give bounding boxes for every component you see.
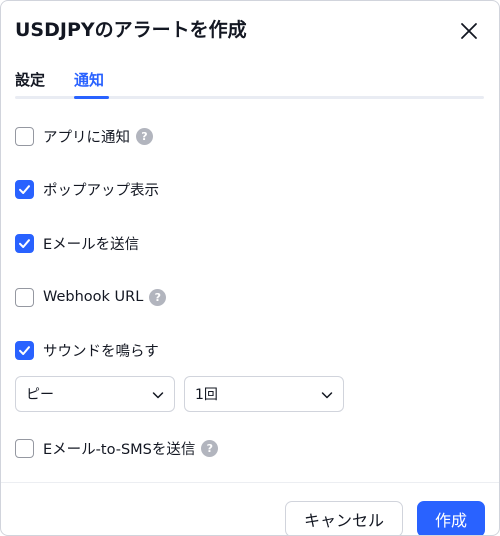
close-button[interactable] — [457, 19, 481, 43]
checkmark-icon — [19, 238, 30, 248]
sound-tone-value: ピー — [26, 387, 54, 403]
sound-repeat-value: 1回 — [195, 387, 218, 403]
active-tab-indicator — [74, 96, 109, 99]
checkbox[interactable] — [15, 287, 34, 307]
option-label: Eメールを送信 — [43, 236, 140, 253]
footer-divider — [1, 482, 499, 483]
checkmark-icon — [19, 345, 30, 355]
checkbox[interactable] — [15, 126, 34, 146]
checkmark-icon — [19, 184, 30, 194]
option-label: サウンドを鳴らす — [43, 343, 159, 360]
checkbox[interactable] — [15, 179, 34, 199]
option-label: ポップアップ表示 — [43, 182, 159, 199]
tab-settings[interactable]: 設定 — [15, 69, 45, 90]
chevron-down-icon — [321, 392, 333, 399]
question-circle-icon[interactable]: ? — [136, 127, 153, 145]
checkbox[interactable] — [15, 340, 34, 360]
create-alert-dialog: USDJPYのアラートを作成 設定 通知 アプリに通知 ? ポップアップ表示 E… — [0, 0, 500, 536]
chevron-down-icon — [152, 392, 164, 399]
option-label: Webhook URL — [43, 289, 144, 305]
option-popup[interactable]: ポップアップ表示 — [15, 178, 159, 200]
option-label: Eメール-to-SMSを送信 — [43, 441, 196, 458]
option-app-notification[interactable]: アプリに通知 ? — [15, 125, 153, 147]
cancel-button[interactable]: キャンセル — [285, 501, 403, 535]
option-webhook[interactable]: Webhook URL ? — [15, 286, 167, 308]
sound-repeat-select[interactable]: 1回 — [184, 376, 344, 412]
option-label: アプリに通知 — [43, 129, 130, 146]
question-circle-icon[interactable]: ? — [201, 439, 219, 457]
dialog-title: USDJPYのアラートを作成 — [15, 19, 247, 41]
tab-notifications[interactable]: 通知 — [74, 69, 104, 90]
option-email-to-sms[interactable]: Eメール-to-SMSを送信 ? — [15, 437, 219, 459]
checkbox[interactable] — [15, 233, 34, 253]
option-send-email[interactable]: Eメールを送信 — [15, 232, 139, 254]
close-icon — [461, 23, 477, 39]
option-play-sound[interactable]: サウンドを鳴らす — [15, 339, 159, 361]
checkbox[interactable] — [15, 438, 34, 458]
sound-tone-select[interactable]: ピー — [15, 376, 175, 412]
question-circle-icon[interactable]: ? — [149, 288, 167, 306]
create-button[interactable]: 作成 — [417, 501, 485, 535]
